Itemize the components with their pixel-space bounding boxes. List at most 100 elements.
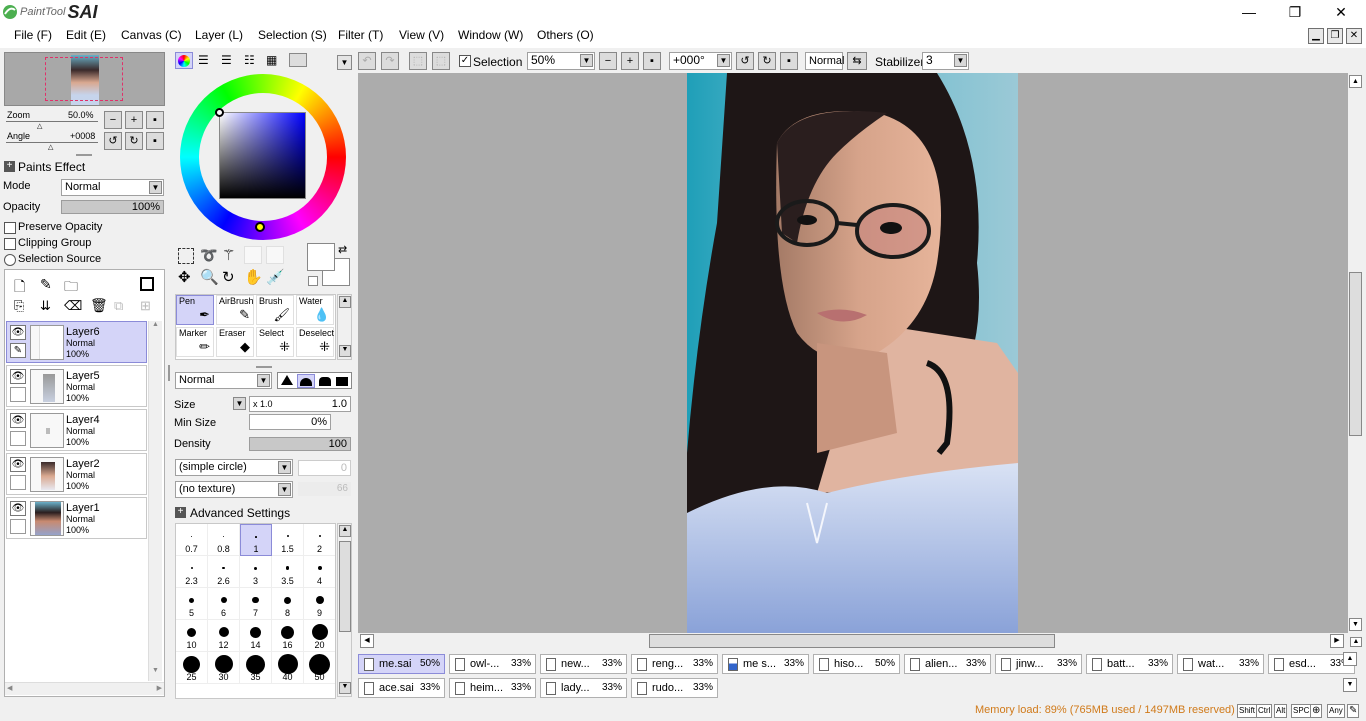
saturation-value-square[interactable] bbox=[219, 112, 306, 199]
density-slider[interactable]: 100 bbox=[249, 437, 351, 451]
edge-hard-icon[interactable] bbox=[336, 377, 348, 386]
document-tab[interactable]: ace.sai 33% bbox=[358, 678, 445, 698]
magic-wand-icon[interactable]: ⚚ bbox=[222, 246, 235, 264]
brush-size-14[interactable]: 14 bbox=[240, 620, 272, 652]
toolbar-zoom-reset-button[interactable]: ▪ bbox=[643, 52, 661, 70]
edge-soft-selected-icon[interactable] bbox=[297, 374, 315, 388]
view-mode-field[interactable]: Normal bbox=[805, 52, 844, 70]
layer-item-layer6[interactable]: 👁 ✎ Layer6 Normal 100% bbox=[6, 321, 147, 363]
hue-picker-handle[interactable] bbox=[255, 222, 265, 232]
tool-marker[interactable]: Marker ✏ bbox=[176, 327, 214, 357]
angle-select[interactable]: +000° ▼ bbox=[669, 52, 732, 70]
rect-select-icon[interactable] bbox=[178, 248, 194, 264]
panel-splitter[interactable] bbox=[76, 154, 92, 156]
invert-selection-button[interactable]: ⬚ bbox=[432, 52, 450, 70]
brush-size-30[interactable]: 30 bbox=[208, 652, 240, 684]
copy-layer-icon[interactable]: ⎘ bbox=[14, 298, 24, 314]
selection-visible-checkbox[interactable]: ✓ bbox=[459, 55, 471, 67]
apply-mask-icon[interactable]: ⧉ bbox=[114, 298, 123, 314]
zoom-select[interactable]: 50% ▼ bbox=[527, 52, 595, 70]
zoom-slider[interactable] bbox=[6, 121, 98, 122]
menu-filter[interactable]: Filter (T) bbox=[338, 28, 383, 42]
nav-corner-button[interactable]: ▲ bbox=[1350, 637, 1362, 647]
rotate-right-button[interactable]: ↻ bbox=[125, 132, 143, 150]
advanced-settings-expand-icon[interactable]: + bbox=[175, 507, 186, 518]
brush-size-1[interactable]: 1 bbox=[240, 524, 272, 556]
pen-icon[interactable]: ✎ bbox=[10, 343, 26, 358]
navigator-preview[interactable] bbox=[4, 52, 165, 106]
hand-icon[interactable]: ✋ bbox=[244, 268, 263, 286]
angle-slider-handle[interactable]: △ bbox=[48, 143, 53, 151]
brush-size-25[interactable]: 25 bbox=[176, 652, 208, 684]
color-picker-handle[interactable] bbox=[215, 108, 224, 117]
menu-edit[interactable]: Edit (E) bbox=[66, 28, 106, 42]
foreground-color-swatch[interactable] bbox=[307, 243, 335, 271]
document-tab[interactable]: esd... 33% bbox=[1268, 654, 1355, 674]
scrollbar-thumb[interactable] bbox=[649, 634, 1055, 648]
panel-splitter-vertical[interactable] bbox=[168, 365, 170, 381]
size-field[interactable]: x 1.0 1.0 bbox=[249, 396, 351, 412]
brush-size-1-5[interactable]: 1.5 bbox=[272, 524, 304, 556]
swap-colors-icon[interactable]: ⇄ bbox=[338, 243, 347, 256]
toolbar-rotate-left-button[interactable]: ↺ bbox=[736, 52, 754, 70]
document-tab[interactable]: reng... 33% bbox=[631, 654, 718, 674]
canvas-v-scrollbar[interactable]: ▲ ▼ bbox=[1348, 73, 1363, 633]
new-folder-icon[interactable]: 🗀 bbox=[64, 276, 78, 300]
brush-size-0-7[interactable]: 0.7 bbox=[176, 524, 208, 556]
toolbar-zoom-in-button[interactable]: + bbox=[621, 52, 639, 70]
merge-down-icon[interactable]: ⇊ bbox=[40, 298, 51, 314]
lock-checkbox[interactable] bbox=[10, 519, 26, 534]
tool-select[interactable]: Select ⁜ bbox=[256, 327, 294, 357]
document-tab[interactable]: wat... 33% bbox=[1177, 654, 1264, 674]
minimize-button[interactable]: — bbox=[1226, 0, 1272, 24]
maximize-button[interactable]: ❐ bbox=[1272, 0, 1318, 24]
brush-texture-select[interactable]: (no texture) ▼ bbox=[175, 481, 293, 498]
rgb-slider-tab[interactable]: ☰ bbox=[198, 53, 209, 67]
stabilizer-select[interactable]: 3 ▼ bbox=[922, 52, 969, 70]
color-mixer-tab[interactable]: ☷ bbox=[244, 53, 255, 67]
brush-size-20[interactable]: 20 bbox=[304, 620, 335, 652]
lock-checkbox[interactable] bbox=[10, 431, 26, 446]
menu-selection[interactable]: Selection (S) bbox=[258, 28, 327, 42]
preserve-opacity-checkbox[interactable] bbox=[4, 222, 16, 234]
tabs-scroll-up[interactable]: ▲ bbox=[1343, 652, 1357, 666]
redo-button[interactable]: ↷ bbox=[381, 52, 399, 70]
document-tab[interactable]: hiso... 50% bbox=[813, 654, 900, 674]
layer-item-layer1[interactable]: 👁 Layer1 Normal 100% bbox=[6, 497, 147, 539]
brush-size-40[interactable]: 40 bbox=[272, 652, 304, 684]
layer-mask-icon[interactable] bbox=[140, 277, 154, 291]
scratchpad-tab[interactable] bbox=[289, 53, 307, 67]
layer-item-layer5[interactable]: 👁 Layer5 Normal 100% bbox=[6, 365, 147, 407]
new-linework-layer-icon[interactable]: ✎ bbox=[40, 276, 52, 293]
clear-layer-icon[interactable]: ⌫ bbox=[64, 298, 82, 314]
scrollbar-thumb[interactable] bbox=[1349, 272, 1362, 436]
toolbar-rotate-right-button[interactable]: ↻ bbox=[758, 52, 776, 70]
brush-size-35[interactable]: 35 bbox=[240, 652, 272, 684]
swatches-tab[interactable]: ▦ bbox=[266, 53, 277, 67]
tool-scrollbar[interactable]: ▲ ▼ bbox=[337, 294, 352, 360]
undo-button[interactable]: ↶ bbox=[358, 52, 376, 70]
paints-effect-expand-icon[interactable]: + bbox=[4, 161, 15, 172]
deselect-button[interactable]: ⬚ bbox=[409, 52, 427, 70]
document-tab[interactable]: lady... 33% bbox=[540, 678, 627, 698]
panel-menu-button[interactable]: ▼ bbox=[337, 55, 352, 70]
lock-checkbox[interactable] bbox=[10, 387, 26, 402]
brush-size-8[interactable]: 8 bbox=[272, 588, 304, 620]
menu-layer[interactable]: Layer (L) bbox=[195, 28, 243, 42]
toolbar-zoom-out-button[interactable]: − bbox=[599, 52, 617, 70]
document-tab[interactable]: alien... 33% bbox=[904, 654, 991, 674]
document-tab[interactable]: me.sai 50% bbox=[358, 654, 445, 674]
eye-icon[interactable]: 👁 bbox=[10, 369, 26, 384]
move-icon[interactable]: ✥ bbox=[178, 268, 191, 286]
document-tab[interactable]: new... 33% bbox=[540, 654, 627, 674]
tool-eraser[interactable]: Eraser ◆ bbox=[216, 327, 254, 357]
zoom-out-button[interactable]: − bbox=[104, 111, 122, 129]
merge-mask-icon[interactable]: ⊞ bbox=[140, 298, 151, 314]
lasso-icon[interactable]: ➰ bbox=[200, 247, 217, 264]
panel-splitter[interactable] bbox=[256, 366, 272, 368]
brush-shape-select[interactable]: (simple circle) ▼ bbox=[175, 459, 293, 476]
rotate-reset-button[interactable]: ▪ bbox=[146, 132, 164, 150]
layer-h-scrollbar[interactable]: ◀ ▶ bbox=[5, 682, 164, 695]
brush-size-7[interactable]: 7 bbox=[240, 588, 272, 620]
brush-size-2-6[interactable]: 2.6 bbox=[208, 556, 240, 588]
